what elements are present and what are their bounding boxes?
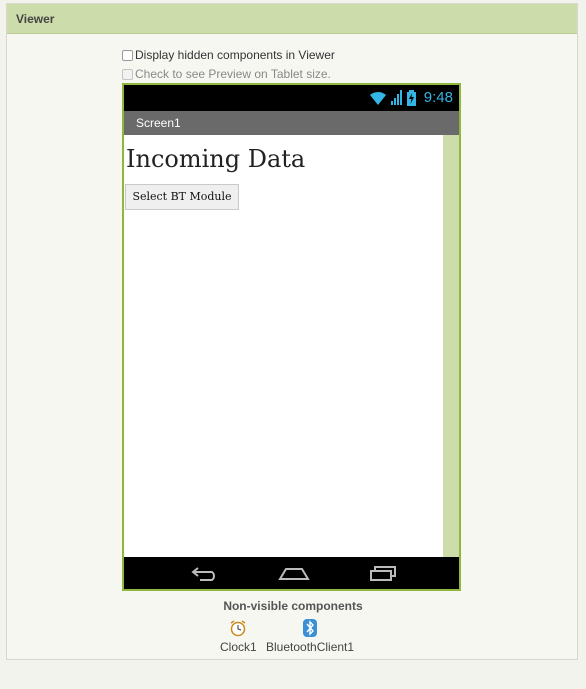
hidden-components-option[interactable]: Display hidden components in Viewer [122, 48, 335, 62]
clock-icon [230, 620, 246, 637]
status-clock: 9:48 [423, 89, 453, 106]
select-bt-module-button[interactable]: Select BT Module [125, 184, 239, 210]
screen-title-bar: Screen1 [124, 111, 459, 135]
non-visible-title: Non-visible components [223, 599, 363, 613]
tablet-preview-checkbox[interactable] [122, 68, 133, 80]
tablet-preview-option[interactable]: Check to see Preview on Tablet size. [122, 67, 331, 81]
phone-preview: 9:48 Screen1 Incoming Data Select BT Mod… [122, 83, 461, 591]
nav-bar [124, 557, 459, 589]
non-visible-item-label: Clock1 [220, 640, 257, 654]
signal-icon [390, 90, 402, 105]
hidden-components-checkbox[interactable] [122, 49, 133, 61]
non-visible-item-bluetooth[interactable]: BluetoothClient1 [266, 619, 354, 654]
panel-header: Viewer [7, 4, 577, 34]
screen-title: Screen1 [136, 116, 181, 130]
back-icon[interactable] [190, 564, 220, 582]
wifi-icon [369, 91, 386, 105]
tablet-preview-label: Check to see Preview on Tablet size. [135, 67, 331, 81]
incoming-data-label[interactable]: Incoming Data [126, 145, 305, 173]
bluetooth-icon [303, 619, 318, 637]
screen-scrollbar[interactable] [443, 135, 459, 557]
recent-apps-icon[interactable] [368, 564, 398, 582]
battery-charging-icon [406, 89, 416, 106]
hidden-components-label: Display hidden components in Viewer [135, 48, 335, 62]
status-bar: 9:48 [124, 85, 459, 111]
non-visible-item-label: BluetoothClient1 [266, 640, 355, 654]
panel-title: Viewer [16, 12, 55, 26]
non-visible-item-clock[interactable]: Clock1 [220, 619, 257, 654]
screen-content: Incoming Data Select BT Module [124, 135, 443, 557]
home-icon[interactable] [278, 564, 310, 582]
viewer-panel: Viewer Display hidden components in View… [6, 3, 578, 660]
